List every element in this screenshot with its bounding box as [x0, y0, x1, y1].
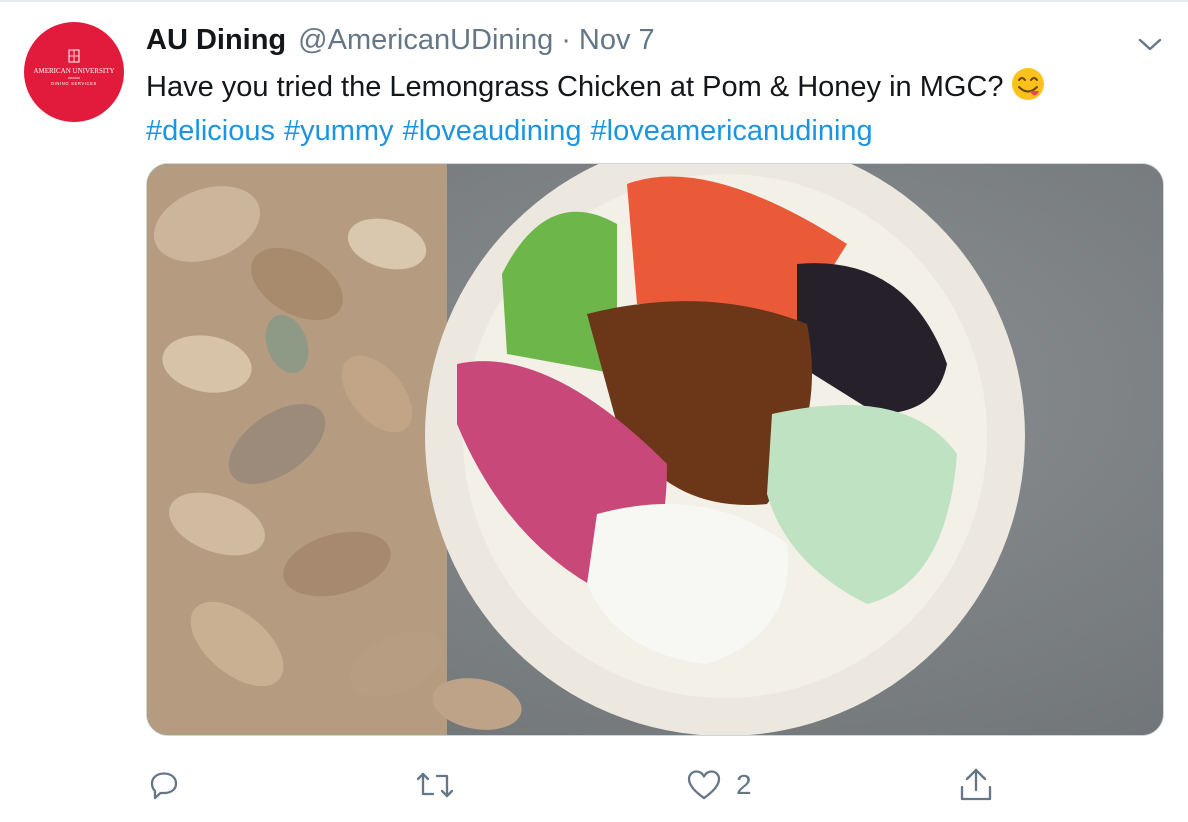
tweet-image[interactable]: [146, 163, 1164, 736]
tweet-actions: 2: [0, 760, 1188, 810]
author-name[interactable]: AU Dining: [146, 24, 286, 57]
hashtag-delicious[interactable]: #delicious: [146, 115, 275, 147]
tweet-body: Have you tried the Lemongrass Chicken at…: [146, 66, 1156, 150]
like-count: 2: [736, 769, 752, 800]
retweet-button[interactable]: [415, 760, 455, 810]
reply-button[interactable]: [147, 760, 181, 810]
face-savoring-food-emoji: [1010, 66, 1046, 112]
tweet-header: AU Dining @AmericanUDining · Nov 7: [146, 24, 655, 64]
like-button[interactable]: 2: [686, 760, 752, 810]
heart-icon: [687, 770, 721, 800]
tweet-date[interactable]: Nov 7: [579, 24, 655, 57]
reply-icon: [150, 772, 178, 800]
retweet-icon: [416, 772, 454, 798]
share-button[interactable]: [957, 760, 995, 810]
avatar[interactable]: AMERICAN UNIVERSITY DINING SERVICES: [24, 22, 124, 122]
author-handle[interactable]: @AmericanUDining: [298, 24, 553, 57]
hashtag-list: #delicious #yummy #loveaudining #loveameric…: [146, 112, 1156, 150]
separator-dot: ·: [561, 24, 571, 56]
avatar-text: AMERICAN UNIVERSITY: [33, 67, 114, 75]
hashtag-loveaudining[interactable]: #loveaudining: [403, 115, 582, 147]
avatar-subtext: DINING SERVICES: [51, 81, 97, 86]
tweet-text: Have you tried the Lemongrass Chicken at…: [146, 71, 1004, 103]
chevron-down-icon[interactable]: [1134, 30, 1166, 58]
photo-grain-bowl: [147, 164, 1163, 735]
top-divider: [0, 0, 1188, 2]
share-icon: [960, 768, 992, 801]
hashtag-yummy[interactable]: #yummy: [284, 115, 394, 147]
hashtag-loveamericanudining[interactable]: #loveamericanudining: [591, 115, 873, 147]
